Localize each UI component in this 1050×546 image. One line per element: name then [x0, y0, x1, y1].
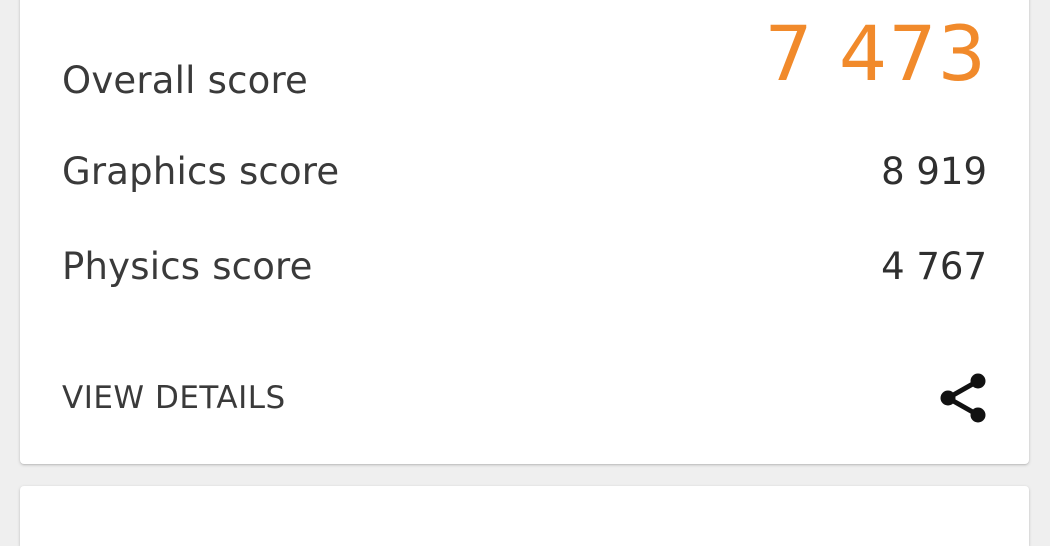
overall-score-label: Overall score	[62, 59, 309, 102]
share-icon	[940, 373, 986, 423]
physics-score-value: 4 767	[881, 244, 987, 288]
view-details-button[interactable]: VIEW DETAILS	[62, 380, 286, 416]
physics-score-row: Physics score 4 767	[62, 241, 987, 291]
graphics-score-label: Graphics score	[62, 149, 340, 193]
overall-score-row: Overall score 7 473	[62, 16, 987, 120]
graphics-score-value: 8 919	[881, 149, 987, 193]
share-button[interactable]	[935, 370, 991, 426]
graphics-score-row: Graphics score 8 919	[62, 146, 987, 196]
card-actions: VIEW DETAILS	[62, 368, 987, 428]
physics-score-label: Physics score	[62, 244, 313, 288]
score-card: Overall score 7 473 Graphics score 8 919…	[20, 0, 1029, 464]
next-card	[20, 486, 1029, 546]
overall-score-value: 7 473	[764, 9, 987, 98]
